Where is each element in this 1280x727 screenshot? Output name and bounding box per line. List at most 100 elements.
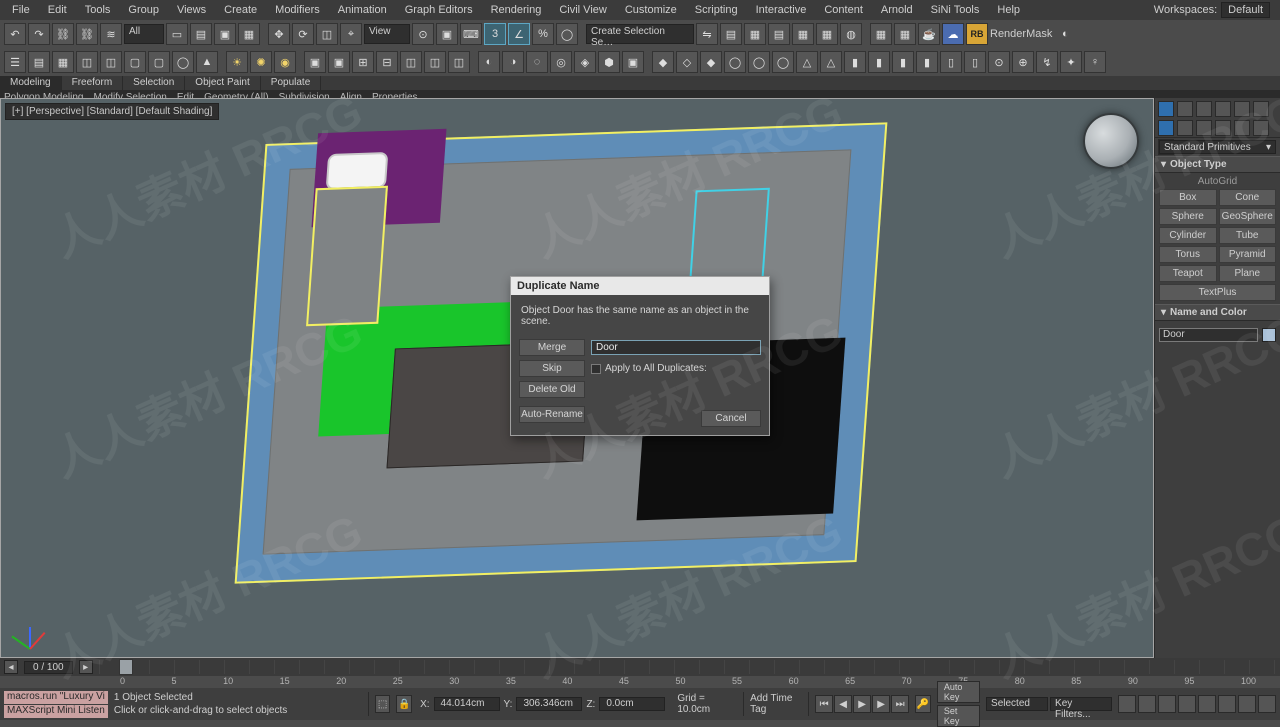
time-slider[interactable]: ◂ 0 / 100 ▸ (0, 658, 1280, 676)
toggle-ribbon-icon[interactable]: ▤ (768, 23, 790, 45)
attach-icon[interactable]: ◫ (76, 51, 98, 73)
crease-explorer-icon[interactable]: ▦ (52, 51, 74, 73)
checkbox-icon[interactable] (591, 364, 601, 374)
tab-freeform[interactable]: Freeform (62, 76, 124, 90)
snap-toggle-icon[interactable]: 3 (484, 23, 506, 45)
object-name-input[interactable]: Door (1159, 328, 1258, 342)
spinner-snap-icon[interactable]: ◯ (556, 23, 578, 45)
named-selection-set-input[interactable]: Create Selection Se… (586, 24, 694, 44)
menu-graph-editors[interactable]: Graph Editors (397, 2, 481, 18)
placement-icon[interactable]: ⌖ (340, 23, 362, 45)
scene-explorer-icon[interactable]: ☰ (4, 51, 26, 73)
select-by-name-icon[interactable]: ▤ (190, 23, 212, 45)
mx19-icon[interactable]: ♀ (1084, 51, 1106, 73)
window-crossing-icon[interactable]: ▦ (238, 23, 260, 45)
category-dropdown[interactable]: Standard Primitives▾ (1159, 140, 1276, 154)
cone-icon[interactable]: ▲ (196, 51, 218, 73)
menu-rendering[interactable]: Rendering (483, 2, 550, 18)
group4-icon[interactable]: ⊟ (376, 51, 398, 73)
group6-icon[interactable]: ◫ (424, 51, 446, 73)
ref-coord-dropdown[interactable]: View (364, 24, 410, 44)
rotate-icon[interactable]: ⟳ (292, 23, 314, 45)
mirror-icon[interactable]: ⇋ (696, 23, 718, 45)
y-value-input[interactable]: 306.346cm (516, 697, 582, 711)
menu-scripting[interactable]: Scripting (687, 2, 746, 18)
material-editor-icon[interactable]: ◍ (840, 23, 862, 45)
angle-snap-icon[interactable]: ∠ (508, 23, 530, 45)
zoom-region-icon[interactable] (1178, 695, 1196, 713)
menu-modifiers[interactable]: Modifiers (267, 2, 328, 18)
light2-icon[interactable]: ✺ (250, 51, 272, 73)
menu-views[interactable]: Views (169, 2, 214, 18)
select-object-icon[interactable]: ▭ (166, 23, 188, 45)
mx9-icon[interactable]: ▮ (844, 51, 866, 73)
misc6-icon[interactable]: ⬢ (598, 51, 620, 73)
mx15-icon[interactable]: ⊙ (988, 51, 1010, 73)
menu-animation[interactable]: Animation (330, 2, 395, 18)
primitive-box[interactable]: Box (1159, 189, 1217, 206)
primitive-torus[interactable]: Torus (1159, 246, 1217, 263)
mx3-icon[interactable]: ◆ (700, 51, 722, 73)
menu-arnold[interactable]: Arnold (873, 2, 921, 18)
merge-button[interactable]: Merge (519, 339, 585, 356)
redo-icon[interactable]: ↷ (28, 23, 50, 45)
group1-icon[interactable]: ▣ (304, 51, 326, 73)
mx16-icon[interactable]: ⊕ (1012, 51, 1034, 73)
nav7-icon[interactable] (1258, 695, 1276, 713)
rollout-name-and-color[interactable]: ▾ Name and Color (1155, 304, 1280, 321)
group5-icon[interactable]: ◫ (400, 51, 422, 73)
primitive-teapot[interactable]: Teapot (1159, 265, 1217, 282)
auto-rename-button[interactable]: Auto-Rename (519, 406, 585, 423)
x-value-input[interactable]: 44.014cm (434, 697, 500, 711)
maxscript-listener[interactable]: macros.run "Luxury Vi MAXScript Mini Lis… (4, 691, 108, 718)
box1-icon[interactable]: ▢ (124, 51, 146, 73)
group2-icon[interactable]: ▣ (328, 51, 350, 73)
lights-subtype-icon[interactable] (1196, 120, 1212, 136)
render-icon[interactable]: ☕ (918, 23, 940, 45)
nav6-icon[interactable] (1238, 695, 1256, 713)
timeline-next-icon[interactable]: ▸ (79, 660, 93, 674)
auto-key-button[interactable]: Auto Key (937, 681, 980, 703)
primitive-textplus[interactable]: TextPlus (1159, 284, 1276, 301)
layer-explorer-icon[interactable]: ▦ (744, 23, 766, 45)
menu-help[interactable]: Help (989, 2, 1028, 18)
tab-selection[interactable]: Selection (123, 76, 185, 90)
modify-panel-icon[interactable] (1177, 101, 1193, 117)
timeline-ruler[interactable] (99, 660, 1276, 674)
menu-edit[interactable]: Edit (40, 2, 75, 18)
rollout-object-type[interactable]: ▾ Object Type (1155, 156, 1280, 173)
autogrid-checkbox[interactable]: AutoGrid (1159, 176, 1276, 189)
pan-icon[interactable] (1118, 695, 1136, 713)
key-mode-icon[interactable]: 🔑 (915, 695, 931, 713)
tab-object-paint[interactable]: Object Paint (185, 76, 260, 90)
sphere-icon[interactable]: ◯ (172, 51, 194, 73)
primitive-pyramid[interactable]: Pyramid (1219, 246, 1277, 263)
goto-start-icon[interactable]: ⏮ (815, 695, 833, 713)
group3-icon[interactable]: ⊞ (352, 51, 374, 73)
use-pivot-icon[interactable]: ⊙ (412, 23, 434, 45)
add-time-tag[interactable]: Add Time Tag (750, 693, 802, 715)
duplicate-name-input[interactable] (591, 340, 761, 355)
timeline-prev-icon[interactable]: ◂ (4, 660, 18, 674)
mx10-icon[interactable]: ▮ (868, 51, 890, 73)
workspace-value[interactable]: Default (1221, 2, 1270, 18)
menu-civil-view[interactable]: Civil View (551, 2, 614, 18)
display-panel-icon[interactable] (1234, 101, 1250, 117)
mx17-icon[interactable]: ↯ (1036, 51, 1058, 73)
cameras-subtype-icon[interactable] (1215, 120, 1231, 136)
group7-icon[interactable]: ◫ (448, 51, 470, 73)
undo-icon[interactable]: ↶ (4, 23, 26, 45)
renderbox-icon[interactable]: RB (966, 23, 988, 45)
mx8-icon[interactable]: △ (820, 51, 842, 73)
primitive-cylinder[interactable]: Cylinder (1159, 227, 1217, 244)
goto-end-icon[interactable]: ⏭ (891, 695, 909, 713)
isolate-selection-icon[interactable]: ⬚ (375, 695, 391, 713)
selection-filter-dropdown[interactable]: All (124, 24, 164, 44)
render-frame-icon[interactable]: ▦ (894, 23, 916, 45)
menu-tools[interactable]: Tools (77, 2, 119, 18)
mx7-icon[interactable]: △ (796, 51, 818, 73)
misc7-icon[interactable]: ▣ (622, 51, 644, 73)
skip-button[interactable]: Skip (519, 360, 585, 377)
mx18-icon[interactable]: ✦ (1060, 51, 1082, 73)
z-value-input[interactable]: 0.0cm (599, 697, 665, 711)
